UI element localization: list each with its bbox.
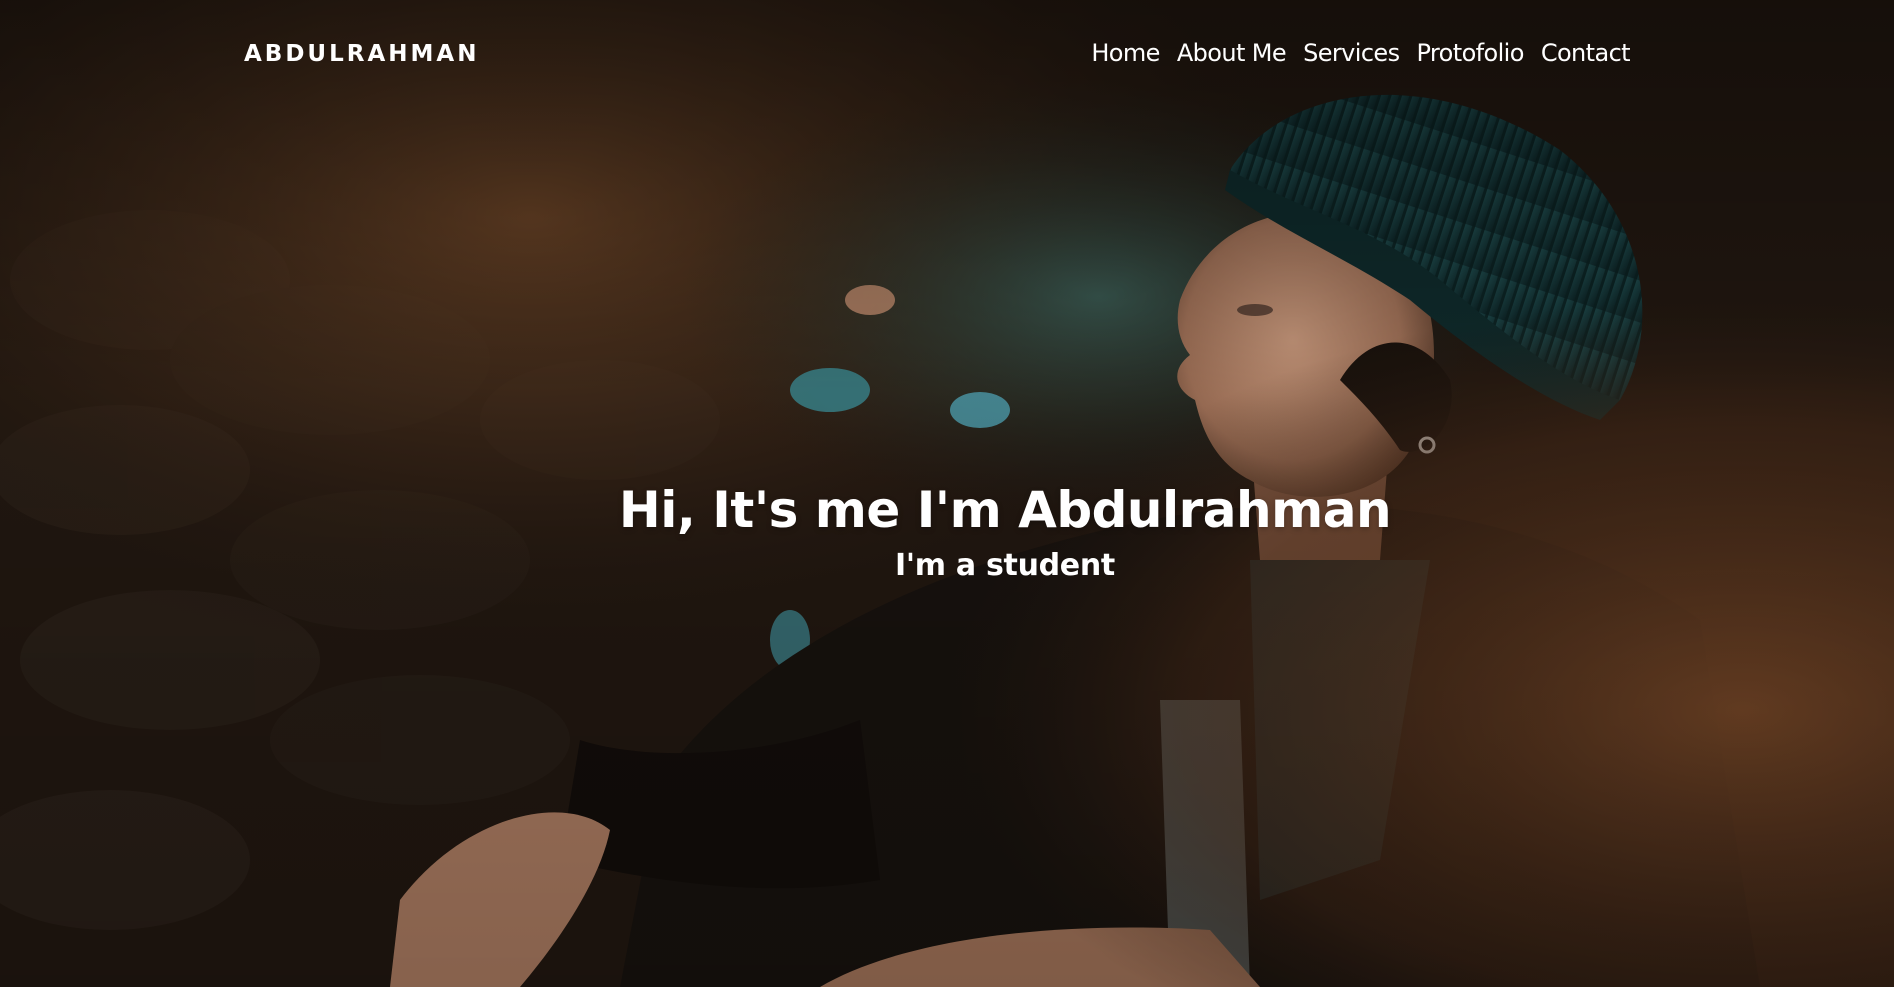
nav-item-contact: Contact <box>1541 36 1631 70</box>
nav-item-about-me: About Me <box>1177 36 1287 70</box>
hero-text: Hi, It's me I'm Abdulrahman I'm a studen… <box>0 478 1894 588</box>
hero-title: Hi, It's me I'm Abdulrahman <box>618 481 1392 539</box>
nav-link-home[interactable]: Home <box>1091 39 1160 67</box>
hero-subtitle: I'm a student <box>895 548 1115 583</box>
navbar: ABDULRAHMAN Home About Me Services Proto… <box>0 0 1894 108</box>
nav-item-home: Home <box>1091 36 1160 70</box>
site-logo[interactable]: ABDULRAHMAN <box>244 38 479 70</box>
nav-menu: Home About Me Services Protofolio Contac… <box>1091 36 1630 70</box>
nav-link-portfolio[interactable]: Protofolio <box>1416 39 1524 67</box>
nav-link-services[interactable]: Services <box>1303 39 1400 67</box>
nav-item-services: Services <box>1303 36 1400 70</box>
hero-section: ABDULRAHMAN Home About Me Services Proto… <box>0 0 1894 987</box>
nav-item-portfolio: Protofolio <box>1416 36 1524 70</box>
nav-link-about-me[interactable]: About Me <box>1177 39 1287 67</box>
nav-link-contact[interactable]: Contact <box>1541 39 1631 67</box>
